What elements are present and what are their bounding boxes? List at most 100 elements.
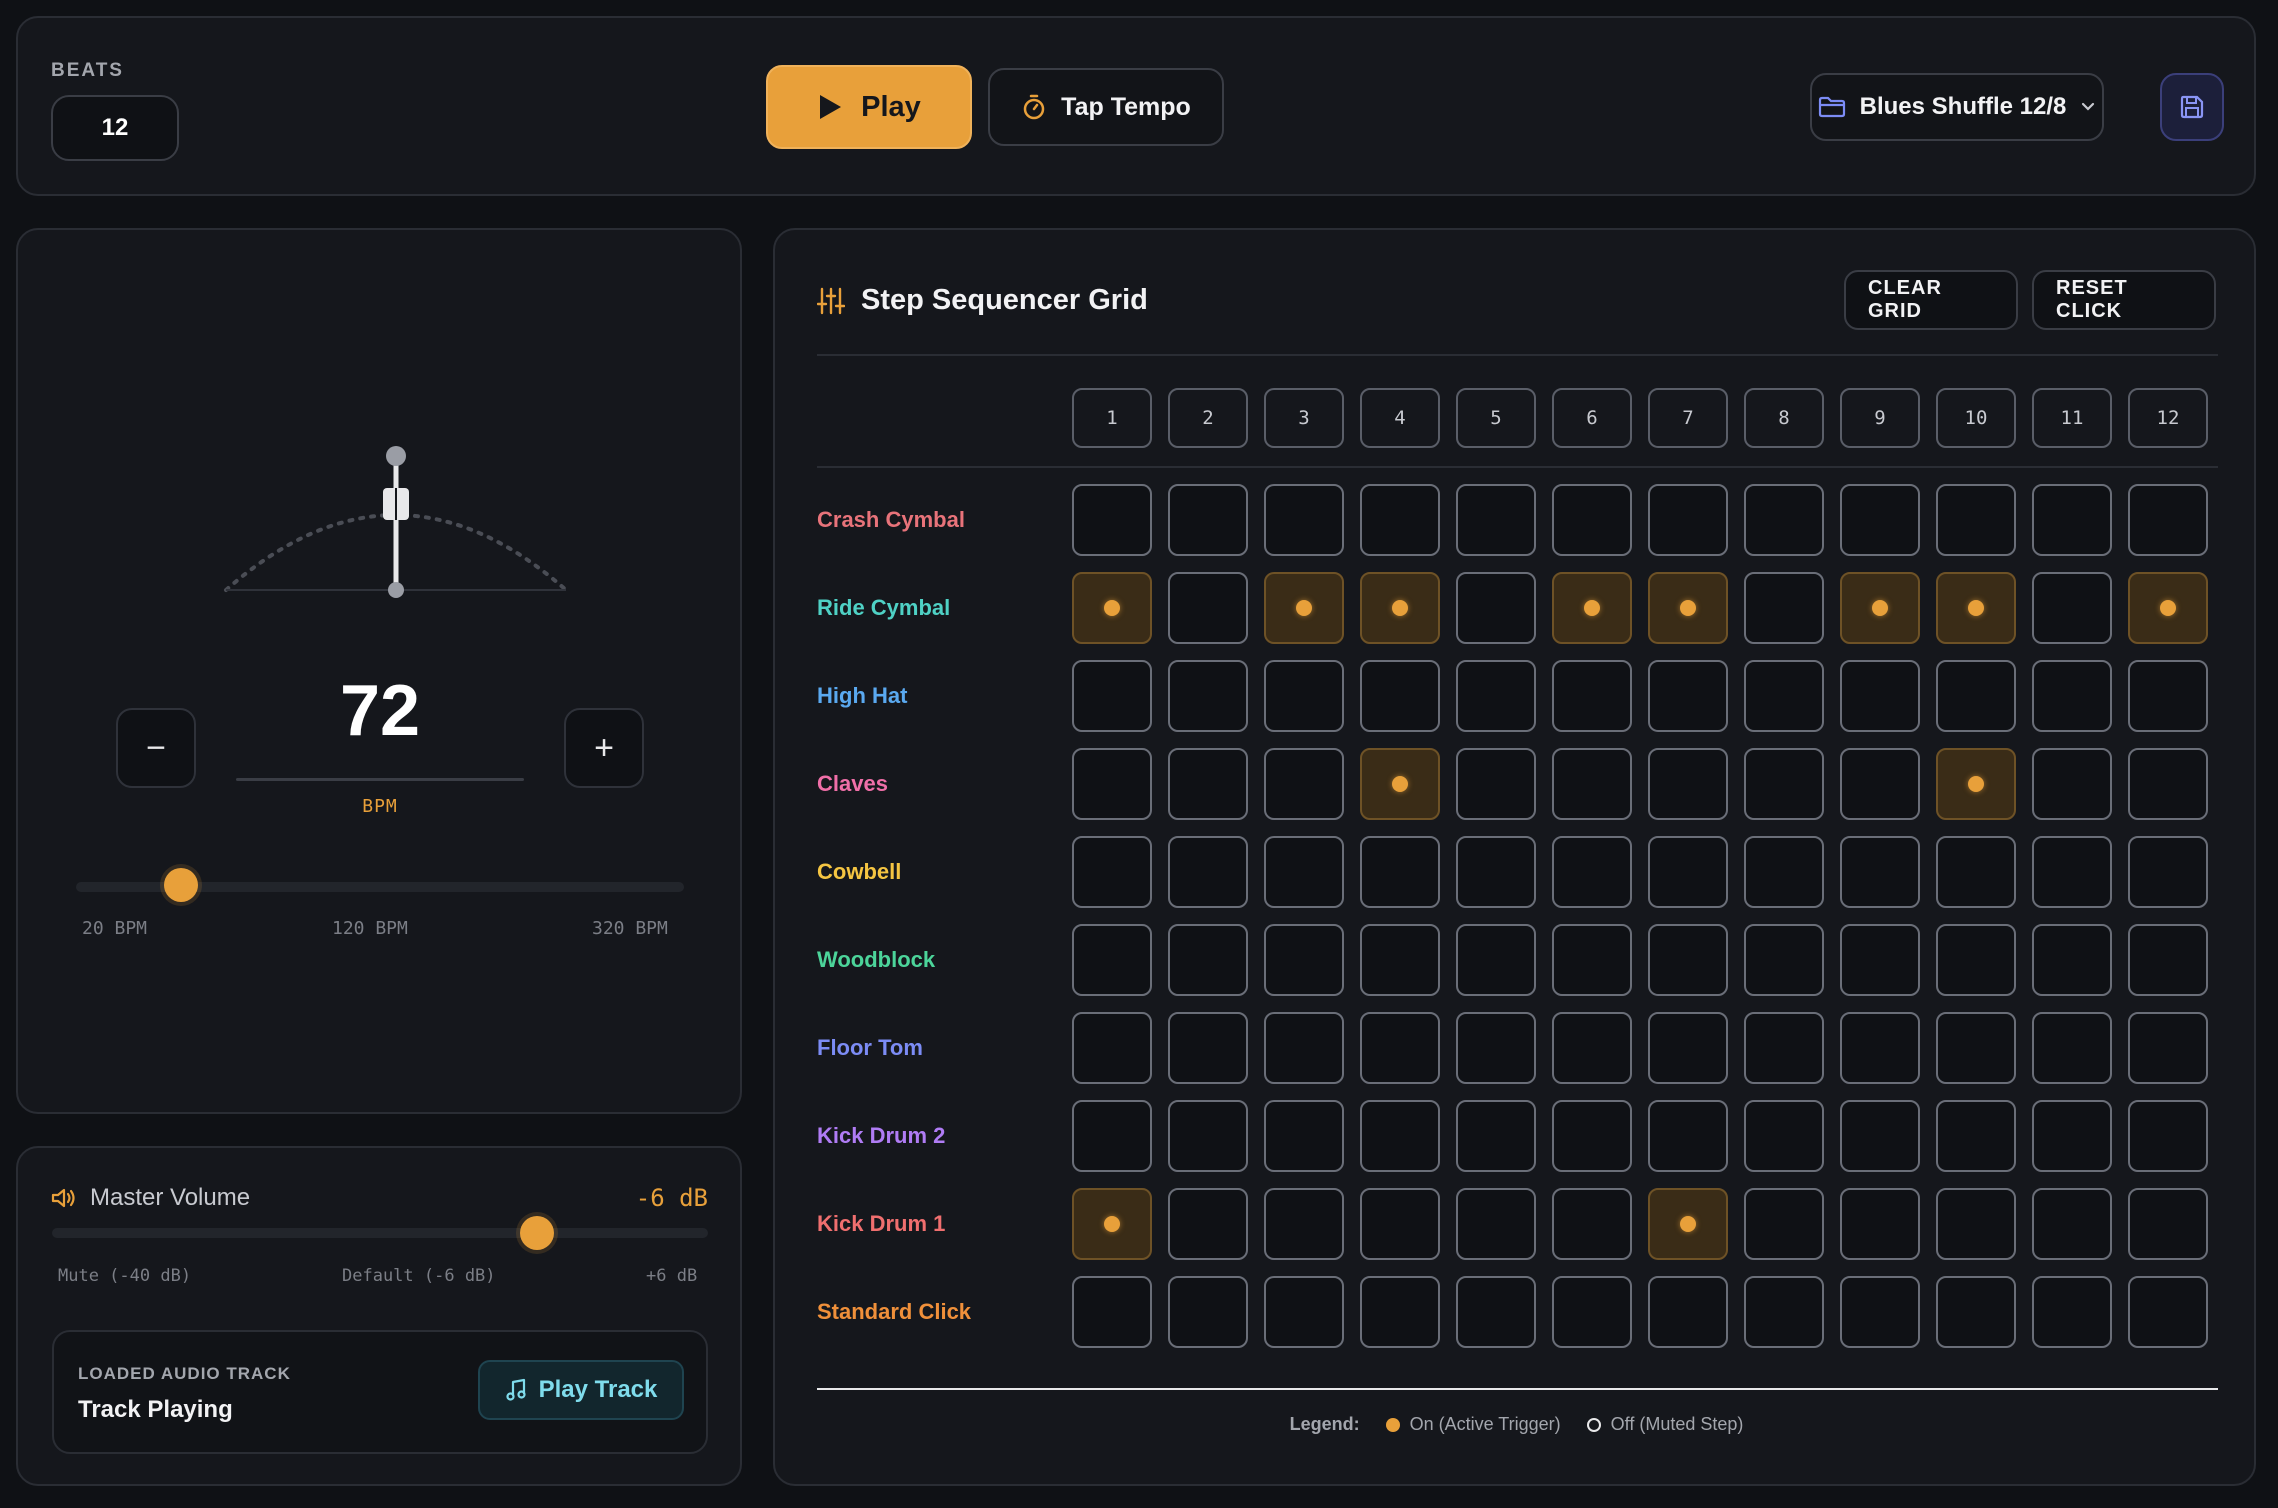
beats-input[interactable]: 12 <box>51 95 179 161</box>
step-cell-off[interactable] <box>1264 660 1344 732</box>
step-cell-off[interactable] <box>1936 1188 2016 1260</box>
step-cell-off[interactable] <box>2032 1276 2112 1348</box>
step-cell-on[interactable] <box>1936 572 2016 644</box>
step-cell-off[interactable] <box>1456 836 1536 908</box>
step-cell-off[interactable] <box>1840 748 1920 820</box>
step-cell-off[interactable] <box>1744 1276 1824 1348</box>
step-cell-off[interactable] <box>1936 1012 2016 1084</box>
step-cell-off[interactable] <box>1360 1276 1440 1348</box>
step-cell-off[interactable] <box>1264 1276 1344 1348</box>
step-cell-off[interactable] <box>2128 1276 2208 1348</box>
step-cell-off[interactable] <box>2032 660 2112 732</box>
clear-grid-button[interactable]: CLEAR GRID <box>1844 270 2018 330</box>
step-cell-off[interactable] <box>1360 1100 1440 1172</box>
step-cell-off[interactable] <box>1840 924 1920 996</box>
step-cell-off[interactable] <box>1936 836 2016 908</box>
tempo-increase-button[interactable]: + <box>564 708 644 788</box>
step-cell-off[interactable] <box>1552 484 1632 556</box>
step-cell-off[interactable] <box>1648 484 1728 556</box>
step-cell-off[interactable] <box>1456 484 1536 556</box>
step-cell-off[interactable] <box>1456 572 1536 644</box>
step-cell-off[interactable] <box>2128 836 2208 908</box>
step-cell-off[interactable] <box>1264 924 1344 996</box>
step-cell-off[interactable] <box>1360 924 1440 996</box>
step-cell-off[interactable] <box>1168 748 1248 820</box>
step-cell-off[interactable] <box>1072 660 1152 732</box>
step-cell-on[interactable] <box>1360 572 1440 644</box>
step-cell-off[interactable] <box>1168 1100 1248 1172</box>
bpm-value[interactable]: 72 <box>236 670 524 752</box>
step-cell-off[interactable] <box>1744 836 1824 908</box>
step-cell-off[interactable] <box>1552 748 1632 820</box>
step-cell-off[interactable] <box>1264 836 1344 908</box>
step-cell-off[interactable] <box>1264 484 1344 556</box>
tempo-decrease-button[interactable]: − <box>116 708 196 788</box>
volume-slider-thumb[interactable] <box>519 1216 554 1250</box>
step-cell-off[interactable] <box>2128 1100 2208 1172</box>
step-cell-off[interactable] <box>1840 1276 1920 1348</box>
step-cell-off[interactable] <box>2032 748 2112 820</box>
step-cell-off[interactable] <box>1744 1100 1824 1172</box>
step-cell-off[interactable] <box>1456 1276 1536 1348</box>
step-cell-off[interactable] <box>2128 1188 2208 1260</box>
step-cell-on[interactable] <box>1360 748 1440 820</box>
reset-click-button[interactable]: RESET CLICK <box>2032 270 2216 330</box>
step-cell-off[interactable] <box>1936 1276 2016 1348</box>
step-cell-off[interactable] <box>1840 484 1920 556</box>
step-cell-off[interactable] <box>1168 484 1248 556</box>
step-cell-off[interactable] <box>1360 1012 1440 1084</box>
play-button[interactable]: Play <box>766 65 972 149</box>
step-cell-off[interactable] <box>1552 836 1632 908</box>
step-cell-off[interactable] <box>2032 1012 2112 1084</box>
save-button[interactable] <box>2160 73 2224 141</box>
step-cell-off[interactable] <box>2128 660 2208 732</box>
step-cell-off[interactable] <box>1168 836 1248 908</box>
step-cell-off[interactable] <box>1552 1012 1632 1084</box>
step-cell-off[interactable] <box>1360 660 1440 732</box>
step-cell-off[interactable] <box>1552 660 1632 732</box>
step-cell-off[interactable] <box>1744 660 1824 732</box>
step-cell-off[interactable] <box>1072 836 1152 908</box>
step-cell-off[interactable] <box>2128 748 2208 820</box>
step-cell-on[interactable] <box>1072 1188 1152 1260</box>
step-cell-off[interactable] <box>1168 660 1248 732</box>
step-cell-off[interactable] <box>1744 1012 1824 1084</box>
step-cell-on[interactable] <box>1648 572 1728 644</box>
step-cell-off[interactable] <box>1744 1188 1824 1260</box>
step-cell-off[interactable] <box>1936 1100 2016 1172</box>
preset-select[interactable]: Blues Shuffle 12/8 <box>1810 73 2104 141</box>
step-cell-off[interactable] <box>1936 660 2016 732</box>
step-cell-off[interactable] <box>1936 484 2016 556</box>
step-cell-off[interactable] <box>1840 1012 1920 1084</box>
step-cell-off[interactable] <box>2128 484 2208 556</box>
step-cell-off[interactable] <box>1168 1276 1248 1348</box>
step-cell-off[interactable] <box>2032 572 2112 644</box>
step-cell-off[interactable] <box>1840 1100 1920 1172</box>
step-cell-off[interactable] <box>1168 572 1248 644</box>
step-cell-off[interactable] <box>1264 1188 1344 1260</box>
step-cell-off[interactable] <box>1552 1100 1632 1172</box>
volume-slider-track[interactable] <box>52 1228 708 1238</box>
step-cell-off[interactable] <box>2032 924 2112 996</box>
tempo-slider-thumb[interactable] <box>164 868 199 902</box>
step-cell-off[interactable] <box>1552 924 1632 996</box>
step-cell-on[interactable] <box>1648 1188 1728 1260</box>
step-cell-off[interactable] <box>1648 660 1728 732</box>
step-cell-off[interactable] <box>1744 572 1824 644</box>
step-cell-off[interactable] <box>1072 924 1152 996</box>
step-cell-off[interactable] <box>1168 1188 1248 1260</box>
step-cell-off[interactable] <box>2032 1188 2112 1260</box>
step-cell-off[interactable] <box>1744 748 1824 820</box>
step-cell-off[interactable] <box>2128 924 2208 996</box>
step-cell-off[interactable] <box>1072 748 1152 820</box>
step-cell-off[interactable] <box>1936 924 2016 996</box>
step-cell-off[interactable] <box>1168 924 1248 996</box>
step-cell-off[interactable] <box>1456 924 1536 996</box>
step-cell-off[interactable] <box>1360 1188 1440 1260</box>
step-cell-off[interactable] <box>1456 1100 1536 1172</box>
step-cell-off[interactable] <box>1456 748 1536 820</box>
step-cell-off[interactable] <box>2128 1012 2208 1084</box>
step-cell-off[interactable] <box>1648 924 1728 996</box>
step-cell-on[interactable] <box>1840 572 1920 644</box>
step-cell-off[interactable] <box>1456 1012 1536 1084</box>
